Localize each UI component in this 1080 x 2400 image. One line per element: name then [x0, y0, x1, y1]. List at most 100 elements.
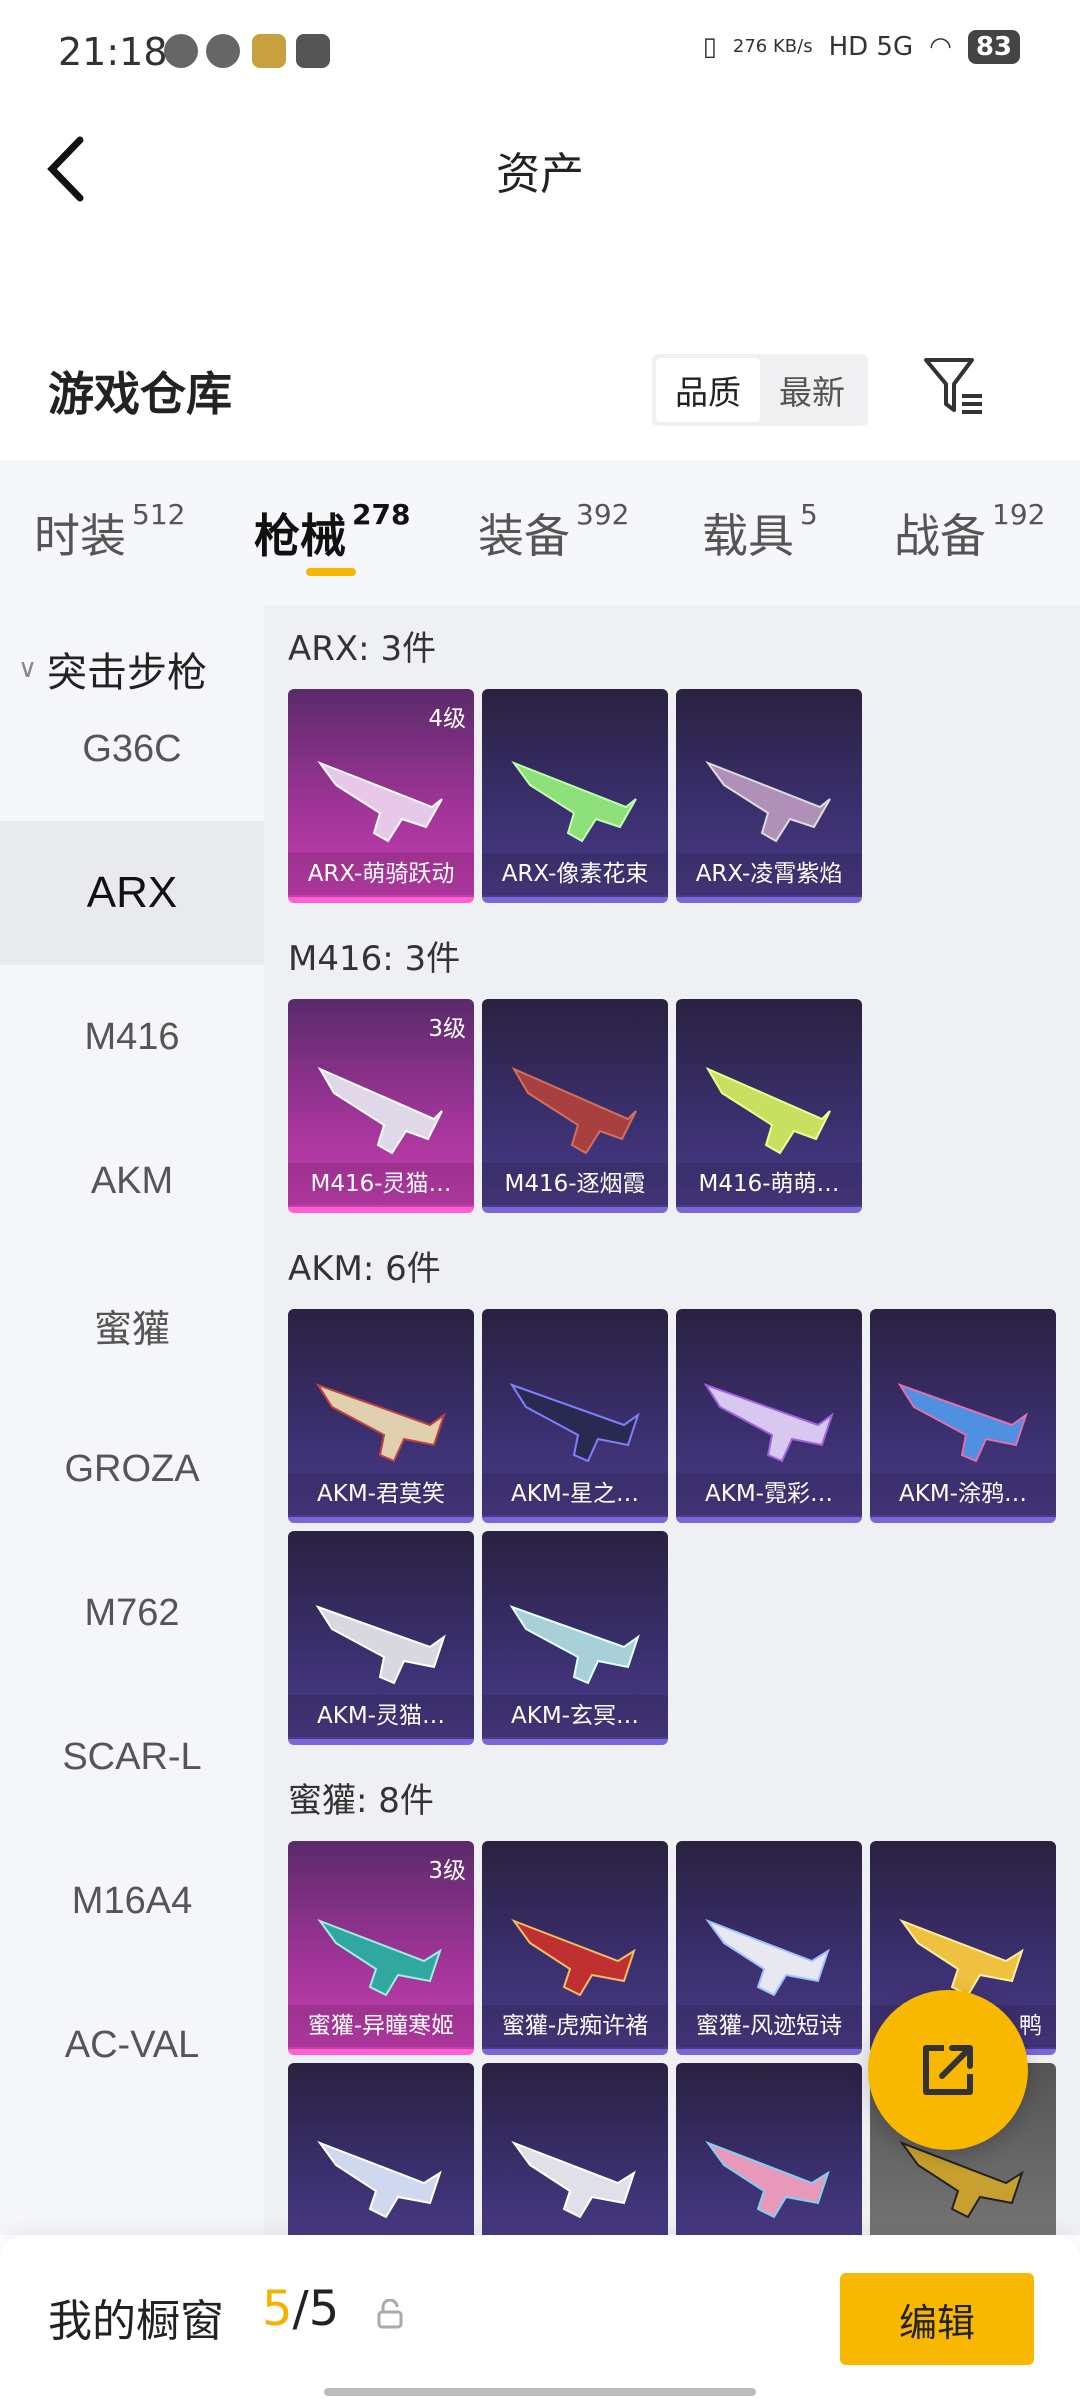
tab-count: 192	[992, 498, 1046, 531]
weapon-card[interactable]: AKM-君莫笑	[288, 1309, 474, 1523]
showcase-total: /5	[292, 2281, 340, 2337]
network-type: HD 5G	[828, 32, 914, 62]
section-title-m416: M416: 3件	[288, 939, 461, 979]
gun-icon	[705, 2140, 830, 2219]
tab-vehicles[interactable]: 载具 5	[702, 498, 818, 566]
weapon-card[interactable]	[288, 2063, 474, 2235]
gun-icon	[315, 1383, 446, 1463]
level-badge: 3级	[428, 1858, 466, 1884]
card-label: AKM-霓彩…	[676, 1473, 862, 1515]
sidebar-item-ac-val[interactable]: AC-VAL	[0, 1973, 264, 2117]
sort-toggle: 品质 最新	[652, 354, 868, 426]
card-label: AKM-君莫笑	[288, 1473, 474, 1515]
share-fab[interactable]	[868, 1990, 1028, 2150]
weapon-card[interactable]: M416-逐烟霞	[482, 999, 668, 1213]
card-label: ARX-萌骑跃动	[288, 853, 474, 895]
tab-supplies[interactable]: 战备 192	[894, 498, 1046, 566]
edit-button[interactable]: 编辑	[840, 2273, 1034, 2365]
game-icon	[252, 34, 286, 68]
gun-icon	[705, 760, 831, 843]
tab-count: 5	[800, 498, 818, 531]
sort-latest-button[interactable]: 最新	[760, 358, 864, 422]
sidebar-item-m16a4[interactable]: M16A4	[0, 1829, 264, 1973]
showcase-count: 5/5	[262, 2281, 339, 2337]
tab-label: 枪械	[254, 509, 346, 563]
weapon-card[interactable]: M416-萌萌…	[676, 999, 862, 1213]
weapon-card[interactable]: 蜜獾-虎痴许褚	[482, 1841, 668, 2055]
card-label: 蜜獾-虎痴许褚	[482, 2005, 668, 2047]
tab-label: 装备	[478, 509, 570, 563]
tab-weapons[interactable]: 枪械 278	[254, 498, 410, 566]
gun-icon	[899, 1918, 1024, 1997]
card-label: AKM-涂鸦…	[870, 1473, 1056, 1515]
weapon-sidebar: ∨ 突击步枪 G36C ARX M416 AKM 蜜獾 GROZA M762 S…	[0, 605, 264, 2235]
weapon-card[interactable]	[482, 2063, 668, 2235]
gun-icon	[703, 1383, 834, 1463]
weapon-card[interactable]: AKM-星之…	[482, 1309, 668, 1523]
showcase-bar: 我的橱窗 5/5 编辑	[0, 2235, 1080, 2400]
gun-icon	[705, 1918, 830, 1997]
gun-icon	[509, 1383, 640, 1463]
card-label: M416-萌萌…	[676, 1163, 862, 1205]
section-title-honey-badger: 蜜獾: 8件	[288, 1781, 434, 1821]
weapon-card[interactable]: ARX-凌霄紫焰	[676, 689, 862, 903]
weapon-card[interactable]: AKM-涂鸦…	[870, 1309, 1056, 1523]
weapon-card[interactable]	[676, 2063, 862, 2235]
tab-label: 时装	[34, 509, 126, 563]
weapon-card[interactable]: 4级 ARX-萌骑跃动	[288, 689, 474, 903]
weapon-card[interactable]: AKM-灵猫…	[288, 1531, 474, 1745]
tab-equipment[interactable]: 装备 392	[478, 498, 630, 566]
status-right: ▯ 276 KB/s HD 5G ◠ 83	[703, 30, 1020, 64]
gun-icon	[315, 1605, 446, 1685]
app-icon	[206, 34, 240, 68]
sidebar-item-scar-l[interactable]: SCAR-L	[0, 1685, 264, 1829]
card-label: AKM-星之…	[482, 1473, 668, 1515]
tab-label: 载具	[702, 509, 794, 563]
lock-icon	[377, 2299, 403, 2329]
sidebar-item-groza[interactable]: GROZA	[0, 1397, 264, 1541]
card-label: 蜜獾-风迹短诗	[676, 2005, 862, 2047]
sidebar-item-m762[interactable]: M762	[0, 1541, 264, 1685]
weapon-card[interactable]: ARX-像素花束	[482, 689, 668, 903]
section-title-akm: AKM: 6件	[288, 1249, 441, 1289]
share-icon	[923, 2045, 973, 2095]
home-indicator	[324, 2388, 756, 2396]
level-badge: 3级	[428, 1016, 466, 1042]
active-tab-indicator	[306, 568, 356, 576]
tab-count: 392	[576, 498, 630, 531]
warehouse-title: 游戏仓库	[48, 367, 232, 421]
top-header: 资产	[0, 108, 1080, 228]
card-label: M416-灵猫…	[288, 1163, 474, 1205]
gun-icon	[705, 1066, 831, 1155]
sidebar-item-honey-badger[interactable]: 蜜獾	[0, 1253, 264, 1397]
gun-icon	[511, 2140, 636, 2219]
battery-level: 83	[967, 30, 1020, 64]
sidebar-item-g36c[interactable]: G36C	[0, 677, 264, 821]
showcase-label: 我的橱窗	[48, 2296, 224, 2347]
gun-icon	[509, 1605, 640, 1685]
card-label: M416-逐烟霞	[482, 1163, 668, 1205]
gun-icon	[317, 2140, 442, 2219]
weapon-card[interactable]: AKM-霓彩…	[676, 1309, 862, 1523]
sidebar-item-akm[interactable]: AKM	[0, 1109, 264, 1253]
weapon-card[interactable]: 3级 M416-灵猫…	[288, 999, 474, 1213]
gun-icon	[317, 1918, 442, 1997]
gun-icon	[511, 760, 637, 843]
gun-icon	[897, 1383, 1028, 1463]
sidebar-item-arx[interactable]: ARX	[0, 821, 264, 965]
card-label: ARX-凌霄紫焰	[676, 853, 862, 895]
category-tabs: 时装 512 枪械 278 装备 392 载具 5 战备 192	[0, 460, 1080, 605]
gun-icon	[511, 1918, 636, 1997]
sidebar-item-m416[interactable]: M416	[0, 965, 264, 1109]
filter-icon[interactable]	[922, 352, 986, 416]
status-bar: 21:18 ▯ 276 KB/s HD 5G ◠ 83	[0, 0, 1080, 108]
weapon-card[interactable]: 蜜獾-风迹短诗	[676, 1841, 862, 2055]
sort-quality-button[interactable]: 品质	[656, 358, 760, 422]
page-title: 资产	[496, 149, 584, 200]
weapon-card[interactable]: 3级 蜜獾-异瞳寒姬	[288, 1841, 474, 2055]
net-speed: 276 KB/s	[732, 36, 813, 57]
tab-fashion[interactable]: 时装 512	[34, 498, 185, 566]
vibrate-icon: ▯	[702, 32, 717, 62]
gun-icon	[317, 760, 443, 843]
weapon-card[interactable]: AKM-玄冥…	[482, 1531, 668, 1745]
